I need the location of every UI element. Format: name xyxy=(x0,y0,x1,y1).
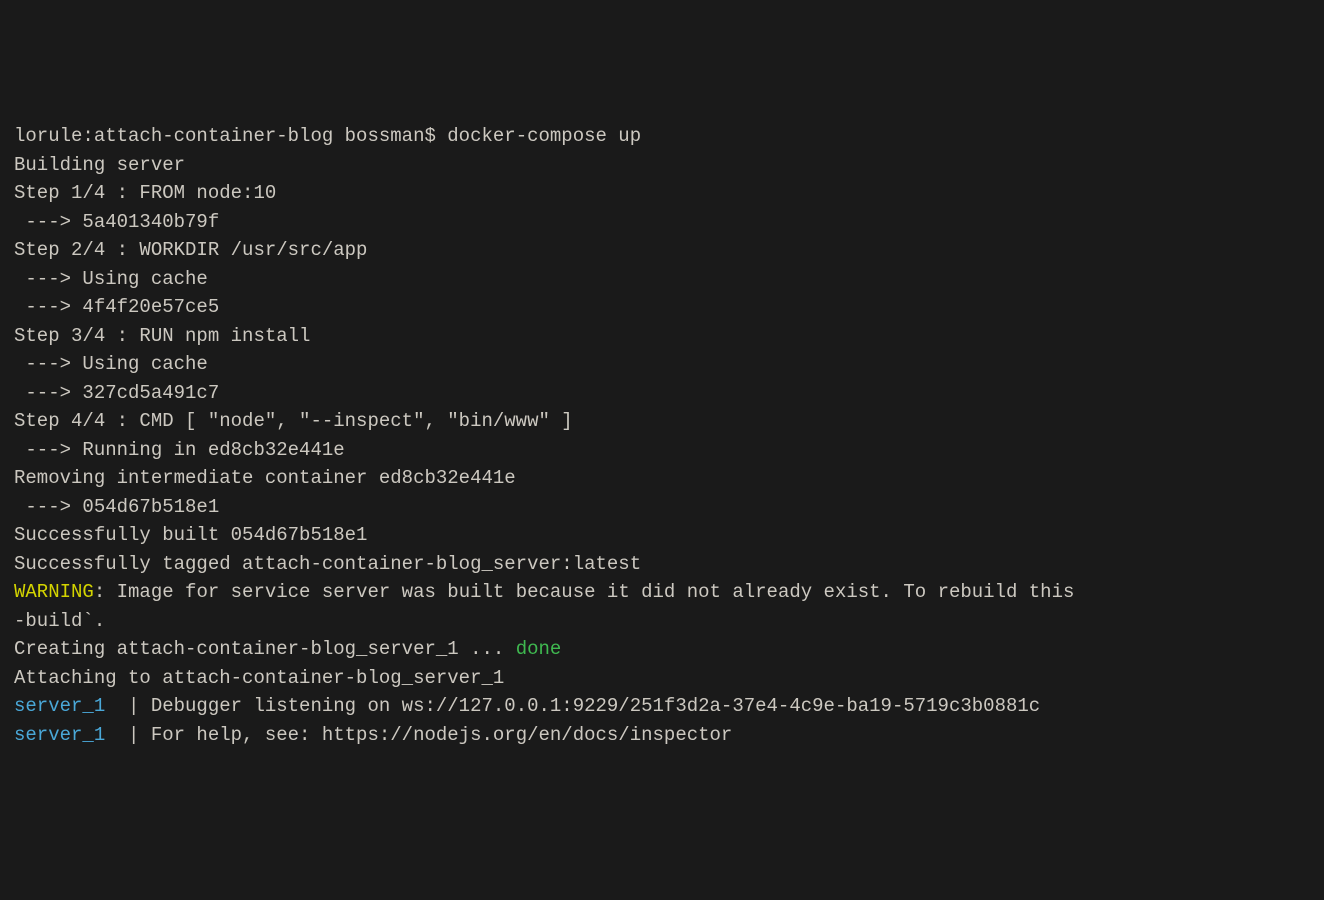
pipe-separator: | xyxy=(105,695,151,717)
service-line: server_1 | Debugger listening on ws://12… xyxy=(14,692,1310,721)
output-line: Successfully built 054d67b518e1 xyxy=(14,521,1310,550)
prompt-host-path: lorule:attach-container-blog bossman$ xyxy=(14,125,447,147)
output-line: Removing intermediate container ed8cb32e… xyxy=(14,464,1310,493)
warning-text: : Image for service server was built bec… xyxy=(94,581,1086,603)
pipe-separator: | xyxy=(105,724,151,746)
output-line: ---> 4f4f20e57ce5 xyxy=(14,293,1310,322)
warning-label: WARNING xyxy=(14,581,94,603)
output-line: ---> Using cache xyxy=(14,265,1310,294)
creating-text: Creating attach-container-blog_server_1 … xyxy=(14,638,516,660)
output-line: Building server xyxy=(14,151,1310,180)
output-line: ---> Running in ed8cb32e441e xyxy=(14,436,1310,465)
service-message: For help, see: https://nodejs.org/en/doc… xyxy=(151,724,733,746)
warning-line: WARNING: Image for service server was bu… xyxy=(14,578,1310,607)
service-prefix: server_1 xyxy=(14,724,105,746)
output-line: Step 3/4 : RUN npm install xyxy=(14,322,1310,351)
output-line: Step 4/4 : CMD [ "node", "--inspect", "b… xyxy=(14,407,1310,436)
output-line: Step 2/4 : WORKDIR /usr/src/app xyxy=(14,236,1310,265)
terminal-output[interactable]: lorule:attach-container-blog bossman$ do… xyxy=(14,122,1310,749)
output-line: -build`. xyxy=(14,607,1310,636)
prompt-line: lorule:attach-container-blog bossman$ do… xyxy=(14,122,1310,151)
output-line: ---> 5a401340b79f xyxy=(14,208,1310,237)
output-line: Attaching to attach-container-blog_serve… xyxy=(14,664,1310,693)
output-line: Successfully tagged attach-container-blo… xyxy=(14,550,1310,579)
service-prefix: server_1 xyxy=(14,695,105,717)
output-line: ---> 054d67b518e1 xyxy=(14,493,1310,522)
done-label: done xyxy=(516,638,562,660)
output-line: ---> 327cd5a491c7 xyxy=(14,379,1310,408)
output-line: Step 1/4 : FROM node:10 xyxy=(14,179,1310,208)
service-message: Debugger listening on ws://127.0.0.1:922… xyxy=(151,695,1040,717)
creating-line: Creating attach-container-blog_server_1 … xyxy=(14,635,1310,664)
output-line: ---> Using cache xyxy=(14,350,1310,379)
command-text: docker-compose up xyxy=(447,125,641,147)
service-line: server_1 | For help, see: https://nodejs… xyxy=(14,721,1310,750)
